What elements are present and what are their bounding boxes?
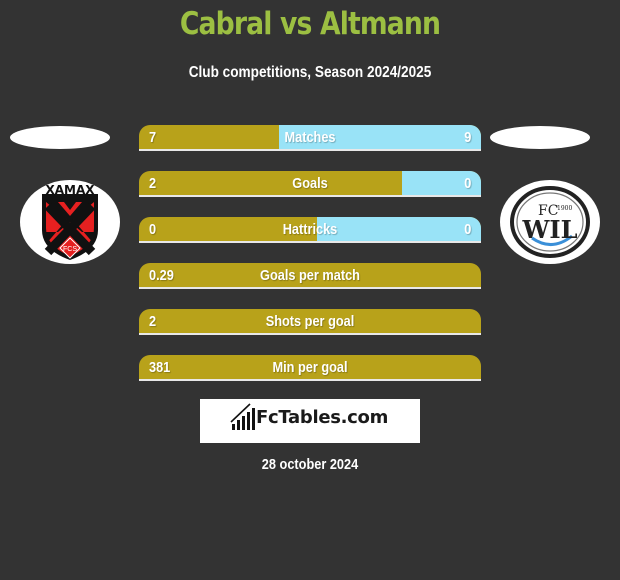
stat-row-goals-per-match: 0.29 Goals per match xyxy=(139,263,481,289)
fctables-brand[interactable]: FcTables.com xyxy=(200,399,420,443)
stat-label: Hattricks xyxy=(282,221,338,238)
competition-subtitle: Club competitions, Season 2024/2025 xyxy=(188,64,432,81)
left-club-logo[interactable]: FCS XAMAX xyxy=(20,180,120,264)
xamax-text: XAMAX xyxy=(45,183,95,197)
stat-row-hattricks: 0 Hattricks 0 xyxy=(139,217,481,243)
stat-label: Matches xyxy=(284,129,336,146)
brand-text: FcTables.com xyxy=(256,407,389,428)
fc-wil-crest-icon: FC 1900 WIL xyxy=(510,186,590,258)
stat-row-matches: 7 Matches 9 xyxy=(139,125,481,151)
stat-label: Shots per goal xyxy=(265,313,355,330)
right-value: 9 xyxy=(463,129,471,146)
xamax-crest-icon: FCS XAMAX xyxy=(42,183,98,260)
xamax-sub-text: FCS xyxy=(63,246,77,253)
bar-chart-icon xyxy=(230,403,255,430)
left-value: 7 xyxy=(149,129,157,146)
right-player-placeholder xyxy=(490,126,590,149)
left-value: 0 xyxy=(149,221,157,238)
right-value: 0 xyxy=(463,175,471,192)
date-label: 28 october 2024 xyxy=(261,456,359,473)
fc-wil-year: 1900 xyxy=(557,205,572,212)
stat-row-shots-per-goal: 2 Shots per goal xyxy=(139,309,481,335)
left-player-placeholder xyxy=(10,126,110,149)
page-title: Cabral vs Altmann xyxy=(179,6,441,42)
svg-text:WIL: WIL xyxy=(521,215,577,244)
stat-label: Min per goal xyxy=(272,359,348,376)
stat-label: Goals per match xyxy=(260,267,360,284)
stat-row-min-per-goal: 381 Min per goal xyxy=(139,355,481,381)
right-club-logo[interactable]: FC 1900 WIL xyxy=(500,180,600,264)
stat-label: Goals xyxy=(292,175,328,192)
stat-row-goals: 2 Goals 0 xyxy=(139,171,481,197)
left-value: 2 xyxy=(149,175,157,192)
right-value: 0 xyxy=(463,221,471,238)
left-value: 2 xyxy=(149,313,157,330)
